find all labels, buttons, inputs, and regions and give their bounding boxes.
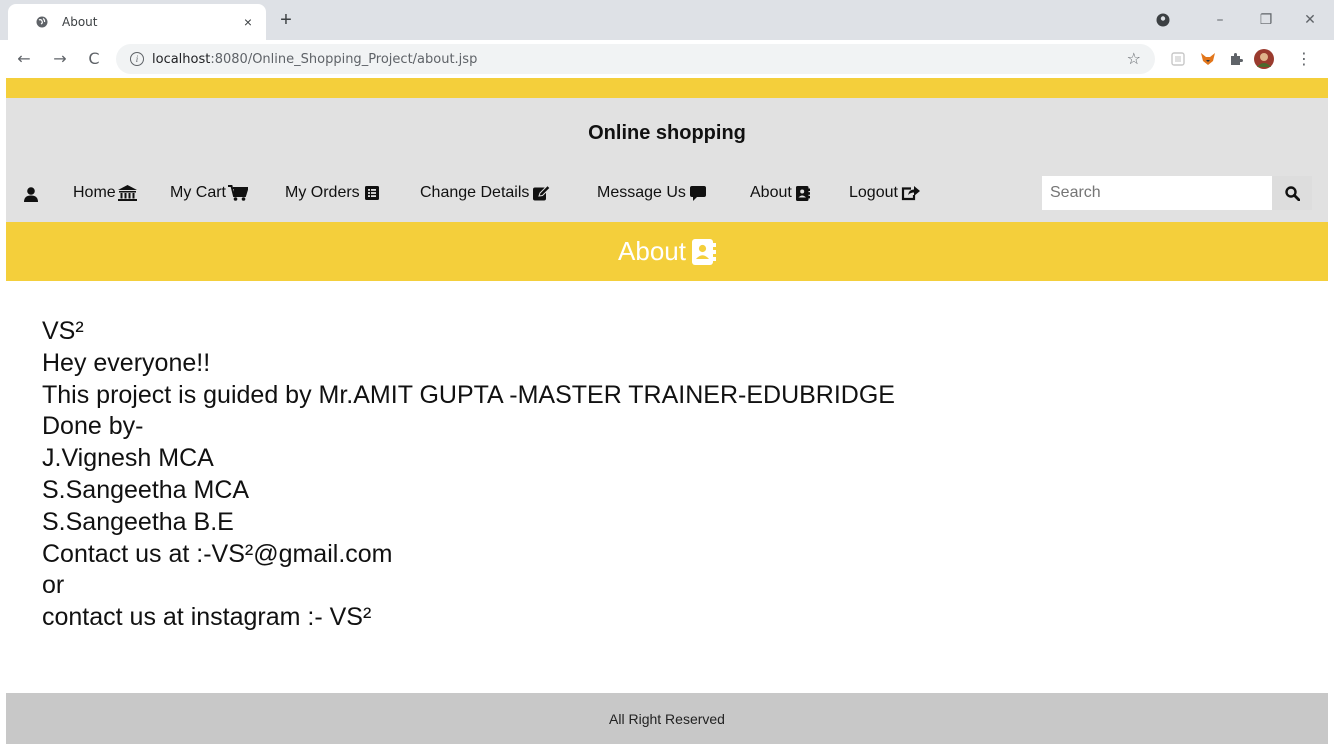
content-line: S.Sangeetha MCA xyxy=(42,475,250,504)
main-nav: Home My Cart My Orders Change Details Me… xyxy=(6,176,1328,212)
footer: All Right Reserved xyxy=(6,693,1328,744)
nav-home-label: Home xyxy=(73,184,116,201)
content-line: Done by- xyxy=(42,412,144,441)
url-host: localhost xyxy=(152,51,211,67)
nav-home[interactable]: Home xyxy=(73,184,137,202)
address-book-icon xyxy=(691,238,716,265)
search-icon xyxy=(1284,185,1300,201)
content-line: Contact us at :-VS²@gmail.com xyxy=(42,539,393,568)
comment-icon xyxy=(689,185,706,201)
browser-tab-strip: About × + – ❐ ✕ xyxy=(0,0,1334,40)
address-bar[interactable]: i localhost:8080/Online_Shopping_Project… xyxy=(116,44,1155,74)
restore-button[interactable]: ❐ xyxy=(1252,8,1280,32)
about-content: VS² Hey everyone!! This project is guide… xyxy=(42,316,895,634)
edit-icon xyxy=(533,185,552,201)
nav-message-us-label: Message Us xyxy=(597,184,686,201)
url-path: :8080/Online_Shopping_Project/about.jsp xyxy=(210,51,478,67)
nav-my-orders-label: My Orders xyxy=(285,184,360,201)
web-page: Online shopping Home My Cart My Orders C… xyxy=(6,78,1328,744)
nav-message-us[interactable]: Message Us xyxy=(597,184,706,202)
tab-title: About xyxy=(62,15,98,29)
nav-change-details-label: Change Details xyxy=(420,184,530,201)
bookmark-star-icon[interactable]: ☆ xyxy=(1127,49,1141,68)
search-button[interactable] xyxy=(1272,176,1312,210)
forward-button[interactable]: → xyxy=(50,49,70,69)
search-input[interactable] xyxy=(1042,176,1272,210)
fox-extension-icon[interactable] xyxy=(1200,51,1216,67)
top-accent-bar xyxy=(6,78,1328,98)
tab-close-icon[interactable]: × xyxy=(240,14,256,30)
browser-menu-button[interactable]: ⋮ xyxy=(1294,49,1314,69)
cart-icon xyxy=(228,185,248,201)
content-line: contact us at instagram :- VS² xyxy=(42,603,372,632)
content-line: This project is guided by Mr.AMIT GUPTA … xyxy=(42,380,895,409)
globe-icon xyxy=(36,16,48,28)
minimize-button[interactable]: – xyxy=(1206,8,1234,32)
new-tab-button[interactable]: + xyxy=(276,10,296,30)
content-line: VS² xyxy=(42,317,84,345)
footer-text: All Right Reserved xyxy=(609,710,725,727)
nav-change-details[interactable]: Change Details xyxy=(420,184,552,202)
nav-my-cart-label: My Cart xyxy=(170,184,226,201)
puzzle-extensions-icon[interactable] xyxy=(1228,51,1244,67)
info-icon[interactable]: i xyxy=(130,52,144,66)
nav-about[interactable]: About xyxy=(750,184,810,202)
account-icon[interactable] xyxy=(1156,13,1170,27)
nav-my-orders[interactable]: My Orders xyxy=(285,184,379,202)
nav-logout[interactable]: Logout xyxy=(849,184,920,202)
extension-page-icon[interactable] xyxy=(1170,51,1186,67)
header: Online shopping Home My Cart My Orders C… xyxy=(6,98,1328,222)
nav-logout-label: Logout xyxy=(849,184,898,201)
bank-icon xyxy=(117,185,137,201)
content-line: Hey everyone!! xyxy=(42,348,211,377)
user-icon[interactable] xyxy=(24,187,38,202)
list-alt-icon xyxy=(364,186,379,200)
nav-my-cart[interactable]: My Cart xyxy=(170,184,248,202)
content-line: or xyxy=(42,571,65,600)
content-line: S.Sangeetha B.E xyxy=(42,507,234,536)
address-book-icon xyxy=(795,185,810,201)
browser-tab[interactable]: About × xyxy=(8,4,266,40)
content-line: J.Vignesh MCA xyxy=(42,444,214,473)
share-square-icon xyxy=(901,186,920,201)
about-heading: About xyxy=(618,236,686,266)
nav-about-label: About xyxy=(750,184,792,201)
site-title: Online shopping xyxy=(588,122,746,144)
profile-avatar-icon[interactable] xyxy=(1254,49,1274,69)
back-button[interactable]: ← xyxy=(14,49,34,69)
reload-button[interactable]: C xyxy=(84,49,104,69)
browser-toolbar: ← → C i localhost:8080/Online_Shopping_P… xyxy=(0,40,1334,78)
close-window-button[interactable]: ✕ xyxy=(1296,8,1324,32)
about-banner: About xyxy=(6,222,1328,281)
